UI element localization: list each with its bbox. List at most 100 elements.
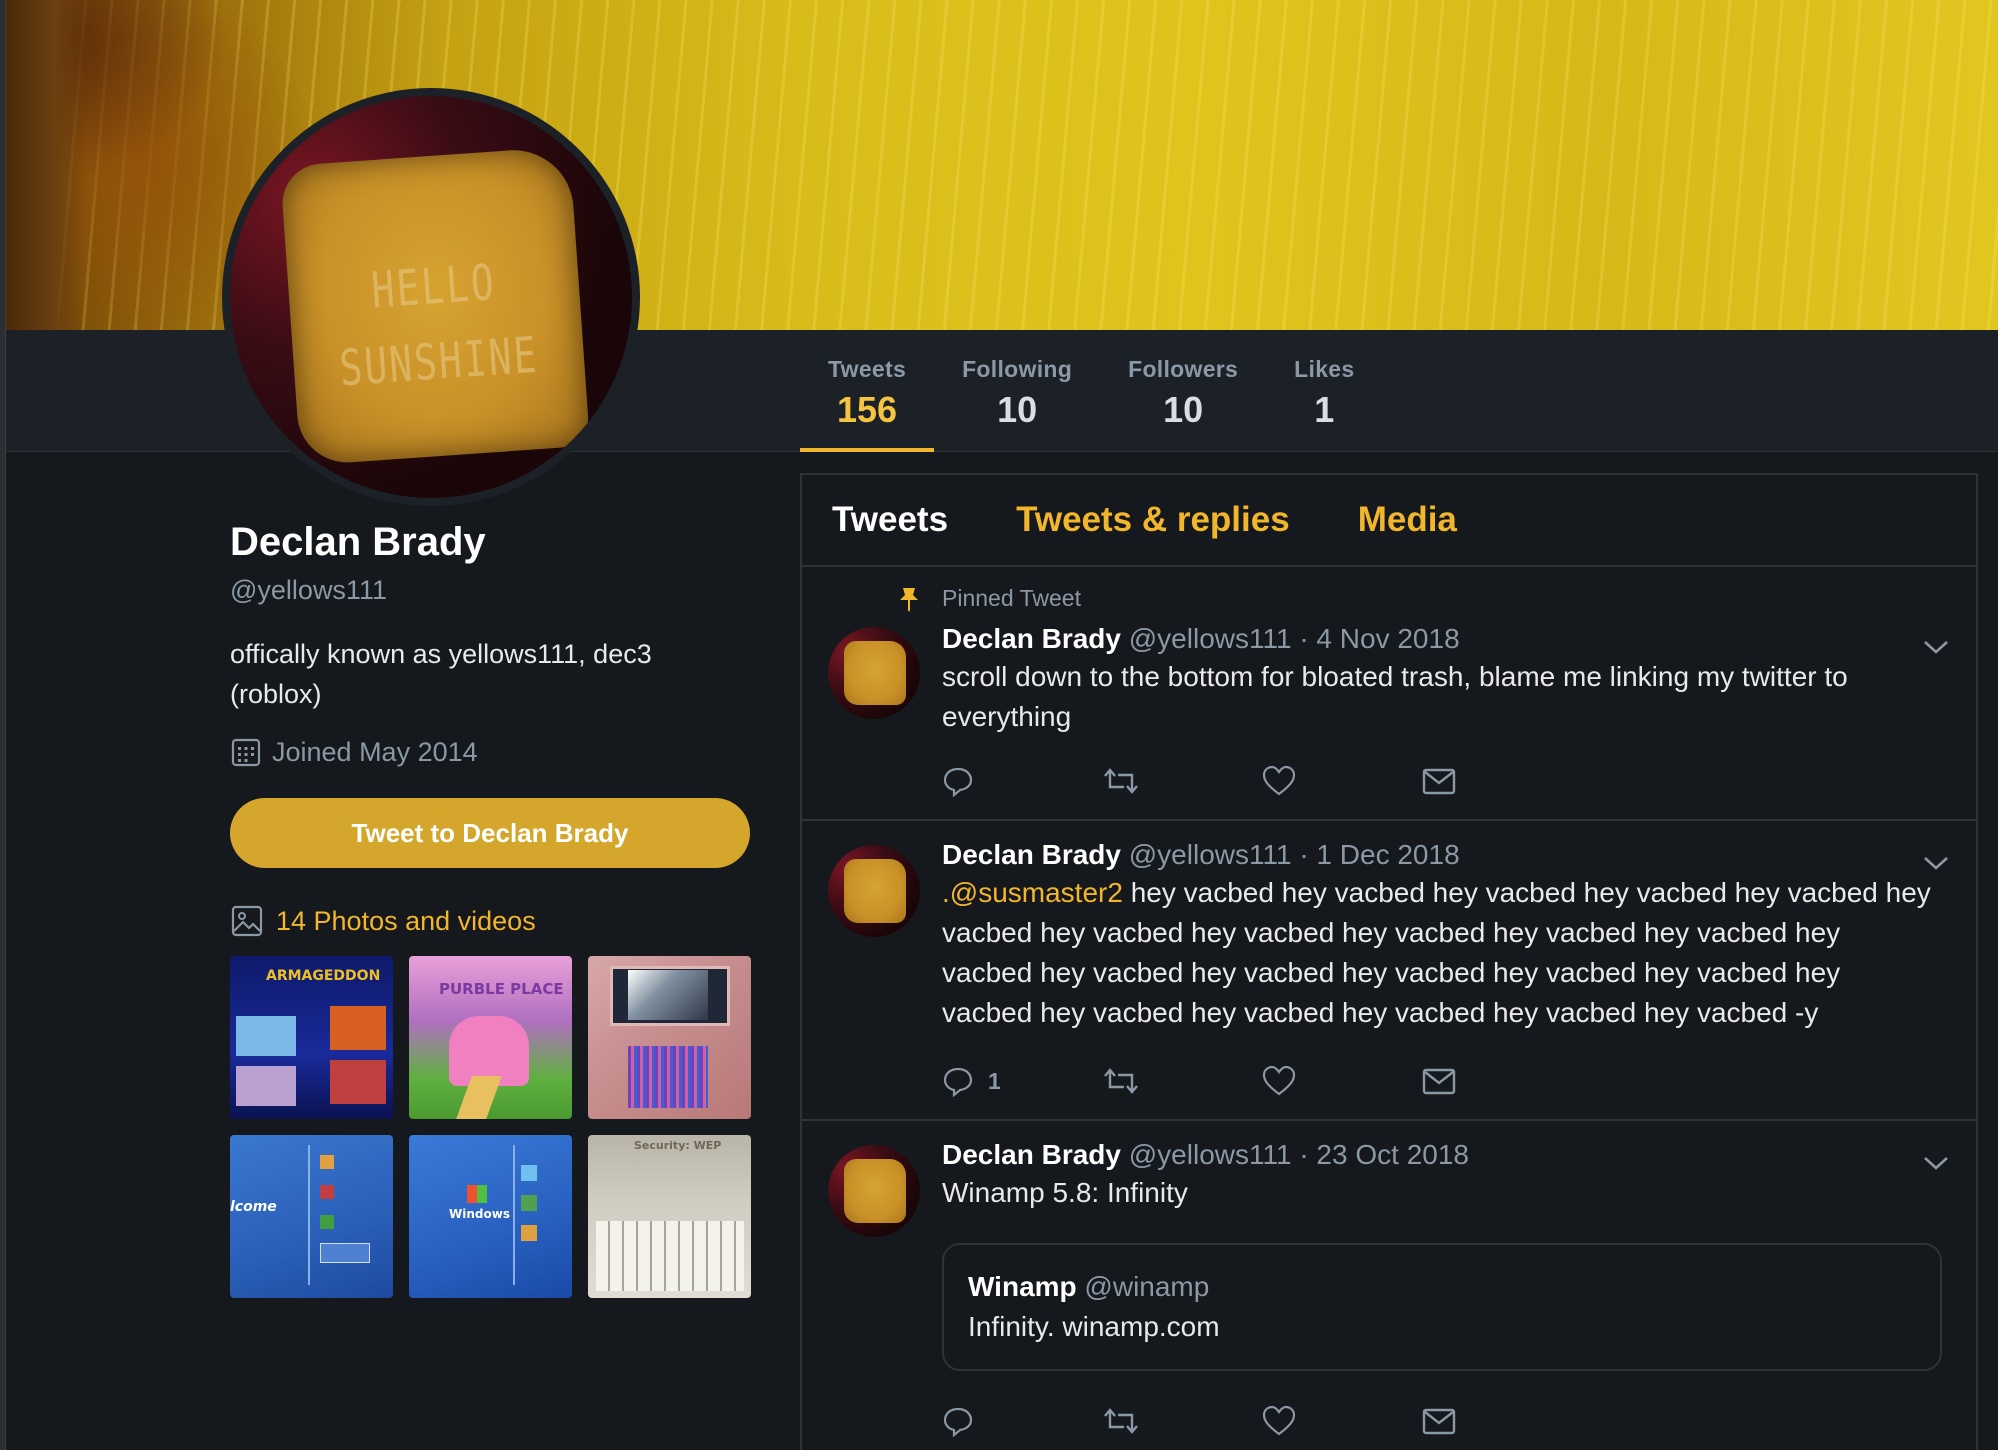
stat-label: Followers bbox=[1128, 356, 1239, 382]
banner-frame-decor bbox=[6, 0, 86, 330]
tweet-text: .@susmaster2 hey vacbed hey vacbed hey v… bbox=[942, 873, 1936, 1033]
stat-label: Tweets bbox=[828, 356, 907, 382]
media-thumbnail-grid: ARMAGEDDON PURBLE PLACE lcome Windows Se… bbox=[230, 956, 751, 1298]
reply-count: 1 bbox=[988, 1067, 1001, 1094]
thumb-caption: lcome bbox=[230, 1199, 277, 1215]
profile-avatar[interactable]: HELLO SUNSHINE bbox=[222, 88, 640, 506]
heart-icon bbox=[1262, 765, 1296, 796]
media-thumbnail[interactable]: Windows bbox=[409, 1135, 572, 1298]
envelope-icon bbox=[1422, 1068, 1456, 1095]
stat-label: Following bbox=[962, 356, 1073, 382]
stat-following[interactable]: Following 10 bbox=[934, 330, 1100, 452]
pillow-text: HELLO SUNSHINE bbox=[337, 253, 541, 398]
avatar-photo: HELLO SUNSHINE bbox=[230, 96, 632, 498]
tweet-header: Declan Brady @yellows111 · 23 Oct 2018 bbox=[942, 1139, 1936, 1171]
tweet-actions bbox=[942, 765, 1582, 797]
pinned-label: Pinned Tweet bbox=[942, 585, 1081, 611]
tweet-date[interactable]: · 23 Oct 2018 bbox=[1299, 1139, 1469, 1170]
tweet-author-handle[interactable]: @yellows111 bbox=[1129, 839, 1292, 870]
tweet-avatar[interactable] bbox=[828, 627, 920, 719]
card-handle: @winamp bbox=[1084, 1271, 1210, 1302]
heart-icon bbox=[1262, 1405, 1296, 1436]
profile-bio: offically known as yellows111, dec3 (rob… bbox=[230, 639, 652, 709]
tweet-body: Declan Brady @yellows111 · 23 Oct 2018 W… bbox=[942, 1139, 1936, 1213]
tweet-avatar[interactable] bbox=[828, 1145, 920, 1237]
like-action[interactable] bbox=[1262, 1065, 1422, 1097]
tweet[interactable]: Pinned Tweet Declan Brady @yellows111 · … bbox=[802, 567, 1976, 821]
photos-videos-link[interactable]: 14 Photos and videos bbox=[230, 904, 750, 938]
media-thumbnail[interactable]: lcome bbox=[230, 1135, 393, 1298]
tweet-avatar[interactable] bbox=[828, 845, 920, 937]
card-name: Winamp bbox=[968, 1271, 1077, 1302]
tab-tweets[interactable]: Tweets bbox=[832, 500, 948, 540]
media-thumbnail[interactable]: PURBLE PLACE bbox=[409, 956, 572, 1119]
stat-value: 1 bbox=[1314, 389, 1335, 430]
stat-value: 10 bbox=[997, 389, 1038, 430]
tweet-author-name[interactable]: Declan Brady bbox=[942, 623, 1121, 654]
stat-tweets[interactable]: Tweets 156 bbox=[800, 330, 935, 452]
heart-icon bbox=[1262, 1065, 1296, 1096]
thumb-caption: Windows bbox=[449, 1207, 510, 1221]
pinned-indicator: Pinned Tweet bbox=[898, 585, 1081, 612]
dm-action[interactable] bbox=[1422, 1406, 1582, 1436]
tweet-author-name[interactable]: Declan Brady bbox=[942, 839, 1121, 870]
chevron-down-icon[interactable] bbox=[1922, 853, 1950, 873]
retweet-action[interactable] bbox=[1102, 766, 1262, 796]
retweet-action[interactable] bbox=[1102, 1406, 1262, 1436]
profile-name[interactable]: Declan Brady bbox=[230, 520, 750, 565]
tweet-author-name[interactable]: Declan Brady bbox=[942, 1139, 1121, 1170]
chevron-down-icon[interactable] bbox=[1922, 1153, 1950, 1173]
tweet-text: Winamp 5.8: Infinity bbox=[942, 1177, 1188, 1208]
stat-value: 10 bbox=[1163, 389, 1204, 430]
tweet-actions: 1 bbox=[942, 1065, 1582, 1097]
tweet-header: Declan Brady @yellows111 · 4 Nov 2018 bbox=[942, 623, 1936, 655]
reply-action[interactable]: 1 bbox=[942, 1065, 1102, 1097]
timeline-tabs: Tweets Tweets & replies Media bbox=[802, 475, 1976, 567]
media-thumbnail[interactable]: Security: WEP bbox=[588, 1135, 751, 1298]
tweet-author-handle[interactable]: @yellows111 bbox=[1129, 623, 1292, 654]
dm-action[interactable] bbox=[1422, 1066, 1582, 1096]
tweet-mention[interactable]: .@susmaster2 bbox=[942, 877, 1123, 908]
retweet-icon bbox=[1104, 768, 1138, 794]
tweet-author-handle[interactable]: @yellows111 bbox=[1129, 1139, 1292, 1170]
tweet-actions bbox=[942, 1405, 1582, 1437]
thumb-caption: PURBLE PLACE bbox=[439, 980, 564, 998]
profile-card: Declan Brady @yellows111 offically known… bbox=[230, 520, 751, 1298]
reply-icon bbox=[943, 1407, 973, 1437]
reply-action[interactable] bbox=[942, 765, 1102, 797]
like-action[interactable] bbox=[1262, 765, 1422, 797]
retweet-icon bbox=[1104, 1408, 1138, 1434]
tweet-text: scroll down to the bottom for bloated tr… bbox=[942, 661, 1848, 732]
card-text: Infinity. winamp.com bbox=[968, 1311, 1220, 1342]
card-author: Winamp @winamp bbox=[968, 1271, 1916, 1303]
thumb-caption: Security: WEP bbox=[634, 1139, 722, 1152]
media-thumbnail[interactable] bbox=[588, 956, 751, 1119]
joined-text: Joined May 2014 bbox=[272, 736, 478, 767]
tweet-timeline: Tweets Tweets & replies Media Pinned Twe… bbox=[800, 473, 1978, 1450]
retweet-icon bbox=[1104, 1068, 1138, 1094]
envelope-icon bbox=[1422, 768, 1456, 795]
link-card[interactable]: Winamp @winamp Infinity. winamp.com bbox=[942, 1243, 1942, 1371]
reply-icon bbox=[943, 1067, 973, 1097]
pillow-image: HELLO SUNSHINE bbox=[279, 146, 591, 466]
tweet-date[interactable]: · 1 Dec 2018 bbox=[1299, 839, 1459, 870]
envelope-icon bbox=[1422, 1408, 1456, 1435]
tab-media[interactable]: Media bbox=[1358, 500, 1457, 540]
reply-action[interactable] bbox=[942, 1405, 1102, 1437]
tab-tweets-replies[interactable]: Tweets & replies bbox=[1016, 500, 1290, 540]
chevron-down-icon[interactable] bbox=[1922, 637, 1950, 657]
tweet[interactable]: Declan Brady @yellows111 · 1 Dec 2018 .@… bbox=[802, 821, 1976, 1121]
thumb-caption: ARMAGEDDON bbox=[266, 968, 381, 984]
stat-value: 156 bbox=[837, 389, 898, 430]
profile-handle[interactable]: @yellows111 bbox=[230, 575, 750, 606]
reply-icon bbox=[943, 767, 973, 797]
stat-likes[interactable]: Likes 1 bbox=[1266, 330, 1382, 452]
retweet-action[interactable] bbox=[1102, 1066, 1262, 1096]
stat-followers[interactable]: Followers 10 bbox=[1100, 330, 1266, 452]
tweet-date[interactable]: · 4 Nov 2018 bbox=[1299, 623, 1459, 654]
dm-action[interactable] bbox=[1422, 766, 1582, 796]
media-thumbnail[interactable]: ARMAGEDDON bbox=[230, 956, 393, 1119]
tweet-to-button[interactable]: Tweet to Declan Brady bbox=[230, 798, 750, 868]
like-action[interactable] bbox=[1262, 1405, 1422, 1437]
tweet[interactable]: Declan Brady @yellows111 · 23 Oct 2018 W… bbox=[802, 1121, 1976, 1450]
